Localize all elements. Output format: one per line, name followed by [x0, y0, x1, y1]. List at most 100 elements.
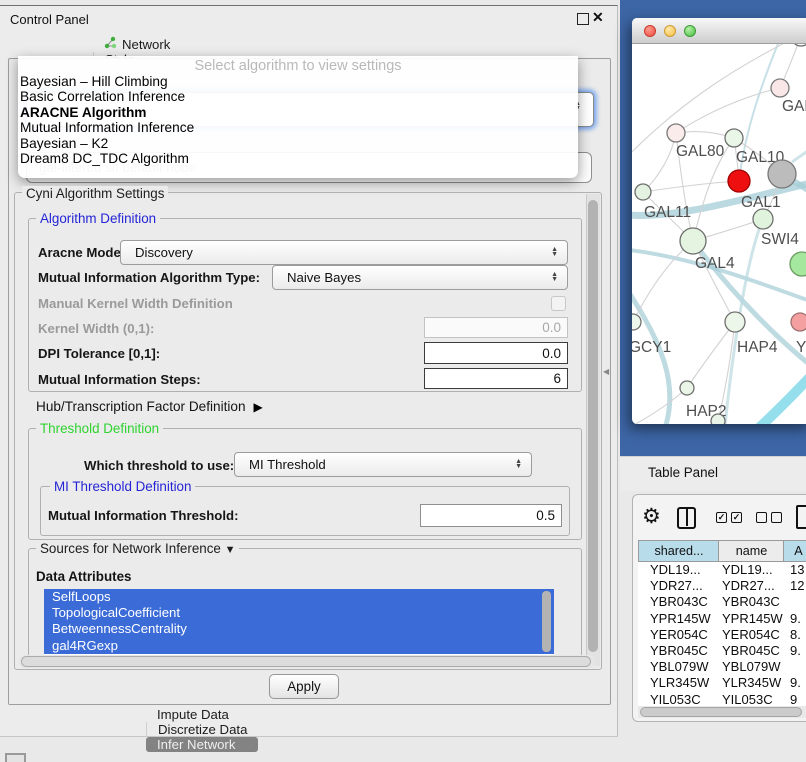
network-window-titlebar[interactable]	[632, 18, 806, 44]
tab-network[interactable]: Network	[93, 36, 213, 52]
table-row[interactable]: YIL053CYIL053C9	[638, 692, 806, 707]
table-cell[interactable]: YPR145W	[718, 611, 783, 627]
kernel-width-field[interactable]: 0.0	[424, 317, 568, 338]
network-node[interactable]	[680, 381, 694, 395]
panel-collapse-arrow-icon[interactable]: ◀	[603, 367, 609, 376]
network-node[interactable]	[790, 252, 806, 276]
network-node[interactable]	[768, 160, 796, 188]
minimize-button[interactable]	[664, 25, 676, 37]
algorithm-option[interactable]: Bayesian – Hill Climbing	[18, 74, 578, 89]
dpi-tolerance-field[interactable]: 0.0	[424, 342, 568, 364]
table-cell[interactable]: 8.	[783, 627, 806, 643]
checked-checkbox-icon[interactable]: ✓	[731, 512, 742, 523]
zoom-button[interactable]	[684, 25, 696, 37]
network-node[interactable]	[728, 170, 750, 192]
column-header-partial[interactable]: A	[783, 540, 806, 562]
table-row[interactable]: YBL079WYBL079W	[638, 659, 806, 675]
expand-right-icon[interactable]: ▶	[254, 400, 263, 414]
attribute-list-item[interactable]: BetweennessCentrality	[44, 621, 554, 637]
tab-discretize-data[interactable]: Discretize Data	[146, 722, 258, 737]
docked-panel-icon[interactable]	[5, 753, 26, 762]
network-canvas[interactable]: GALGAL80GAL10GAL1GAL11SWI4GAL4GCY1HAP4YH…	[632, 44, 806, 424]
network-node[interactable]	[725, 129, 743, 147]
table-cell[interactable]: YLR345W	[638, 675, 718, 691]
table-row[interactable]: YLR345WYLR345W9.	[638, 675, 806, 691]
table-hscrollbar-thumb[interactable]	[640, 707, 802, 717]
table-cell[interactable]	[783, 594, 806, 610]
table-cell[interactable]: YIL053C	[718, 692, 783, 707]
table-cell[interactable]: YBL079W	[718, 659, 783, 675]
sources-title[interactable]: Sources for Network Inference ▼	[36, 541, 239, 556]
gear-icon[interactable]: ⚙	[642, 504, 661, 529]
close-button[interactable]	[644, 25, 656, 37]
settings-hscrollbar-thumb[interactable]	[21, 656, 591, 667]
apply-button[interactable]: Apply	[269, 674, 339, 699]
table-cell[interactable]: YDL19...	[638, 562, 718, 578]
table-row[interactable]: YBR043CYBR043C	[638, 594, 806, 610]
attribute-list-item[interactable]: TopologicalCoefficient	[44, 605, 554, 621]
mutual-information-threshold-field[interactable]: 0.5	[420, 504, 562, 527]
network-node[interactable]	[667, 124, 685, 142]
table-row[interactable]: YPR145WYPR145W9.	[638, 611, 806, 627]
table-cell[interactable]: YBL079W	[638, 659, 718, 675]
table-cell[interactable]: 9.	[783, 643, 806, 659]
algorithm-option[interactable]: Mutual Information Inference	[18, 120, 578, 135]
which-threshold-combobox[interactable]: MI Threshold ▲▼	[234, 452, 532, 477]
table-cell[interactable]: YDR27...	[638, 578, 718, 594]
checked-checkbox-icon[interactable]: ✓	[716, 512, 727, 523]
collapse-down-icon[interactable]: ▼	[225, 544, 236, 556]
table-cell[interactable]: YBR043C	[638, 594, 718, 610]
network-node[interactable]	[791, 44, 806, 46]
network-node[interactable]	[635, 184, 651, 200]
table-row[interactable]: YER054CYER054C8.	[638, 627, 806, 643]
document-icon[interactable]	[796, 505, 806, 529]
float-window-icon[interactable]	[577, 13, 589, 25]
column-header-shared[interactable]: shared...	[638, 540, 719, 562]
hub-transcription-factor-section[interactable]: Hub/Transcription Factor Definition▶	[36, 399, 263, 414]
table-cell[interactable]: 9	[783, 692, 806, 707]
table-cell[interactable]: YDR27...	[718, 578, 783, 594]
table-cell[interactable]: YPR145W	[638, 611, 718, 627]
table-row[interactable]: YDL19...YDL19...13	[638, 562, 806, 578]
tab-impute-data[interactable]: Impute Data	[146, 707, 258, 722]
table-row[interactable]: YBR045CYBR045C9.	[638, 643, 806, 659]
table-cell[interactable]: YDL19...	[718, 562, 783, 578]
algorithm-option[interactable]: Bayesian – K2	[18, 136, 578, 151]
column-header-name[interactable]: name	[718, 540, 784, 562]
network-node[interactable]	[791, 313, 806, 331]
aracne-mode-combobox[interactable]: Discovery ▲▼	[120, 240, 568, 265]
table-cell[interactable]: YBR045C	[718, 643, 783, 659]
split-panel-icon[interactable]	[677, 507, 696, 529]
attributes-scrollbar-thumb[interactable]	[542, 591, 551, 652]
network-node[interactable]	[771, 79, 789, 97]
table-row[interactable]: YDR27...YDR27...12	[638, 578, 806, 594]
unchecked-checkbox-icon[interactable]	[771, 512, 782, 523]
close-icon[interactable]: ✕	[592, 9, 604, 26]
attribute-list-item[interactable]: gal4RGexp	[44, 638, 554, 654]
table-cell[interactable]	[783, 659, 806, 675]
tab-infer-network[interactable]: Infer Network	[146, 737, 258, 752]
table-cell[interactable]: YER054C	[638, 627, 718, 643]
algorithm-option[interactable]: ARACNE Algorithm	[18, 105, 578, 120]
network-node[interactable]	[725, 312, 745, 332]
network-node[interactable]	[680, 228, 706, 254]
table-cell[interactable]: YIL053C	[638, 692, 718, 707]
network-node[interactable]	[711, 414, 725, 424]
table-cell[interactable]: 9.	[783, 675, 806, 691]
network-node[interactable]	[753, 209, 773, 229]
table-cell[interactable]: YER054C	[718, 627, 783, 643]
unchecked-checkbox-icon[interactable]	[756, 512, 767, 523]
table-cell[interactable]: YLR345W	[718, 675, 783, 691]
table-cell[interactable]: 13	[783, 562, 806, 578]
table-cell[interactable]: 12	[783, 578, 806, 594]
table-cell[interactable]: 9.	[783, 611, 806, 627]
manual-kernel-width-checkbox[interactable]	[551, 296, 566, 311]
settings-scrollbar-thumb[interactable]	[588, 200, 598, 652]
network-node[interactable]	[632, 314, 641, 330]
algorithm-option[interactable]: Dream8 DC_TDC Algorithm	[18, 151, 578, 166]
mi-steps-field[interactable]: 6	[424, 368, 568, 389]
mi-algorithm-type-combobox[interactable]: Naive Bayes ▲▼	[272, 265, 568, 290]
table-cell[interactable]: YBR043C	[718, 594, 783, 610]
algorithm-option[interactable]: Basic Correlation Inference	[18, 89, 578, 104]
table-cell[interactable]: YBR045C	[638, 643, 718, 659]
